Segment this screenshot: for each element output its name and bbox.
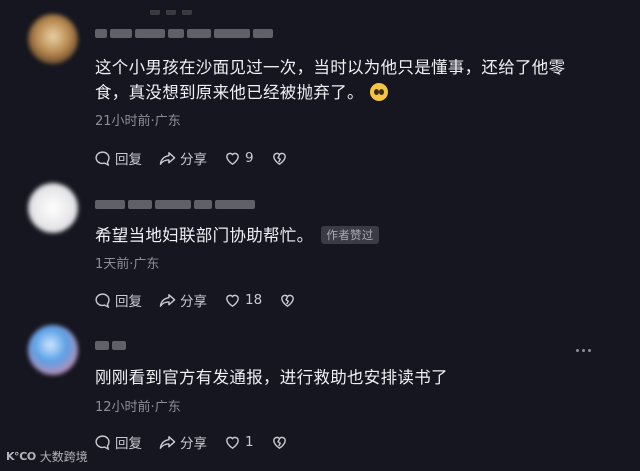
watermark: K℃O 大数跨境: [6, 448, 88, 465]
dislike-button[interactable]: [279, 292, 296, 309]
share-arrow-icon: [159, 435, 176, 449]
comment-text-body: 刚刚看到官方有发通报，进行救助也安排读书了: [95, 368, 448, 387]
share-label: 分享: [180, 294, 207, 310]
share-label: 分享: [180, 436, 207, 452]
avatar[interactable]: [28, 183, 78, 233]
comment-text-body: 希望当地妇联部门协助帮忙。: [95, 226, 314, 245]
dislike-button[interactable]: [271, 434, 288, 451]
comment-text: 刚刚看到官方有发通报，进行救助也安排读书了: [95, 365, 448, 390]
comment-text: 这个小男孩在沙面见过一次，当时以为他只是懂事，还给了他零食，真没想到原来他已经被…: [95, 55, 585, 105]
more-options-icon[interactable]: [576, 349, 591, 352]
dislike-button[interactable]: [271, 150, 288, 167]
reply-label: 回复: [115, 294, 142, 310]
comment-actions: 回复 分享 9: [94, 148, 305, 168]
comment-text: 希望当地妇联部门协助帮忙。 作者赞过: [95, 223, 379, 248]
reply-bubble-icon: [95, 150, 110, 166]
reply-bubble-icon: [95, 292, 110, 308]
broken-heart-icon: [281, 294, 295, 307]
comment-time: 12小时前: [95, 400, 151, 415]
reply-label: 回复: [115, 436, 142, 452]
heart-icon: [226, 294, 239, 307]
comment-meta: 21小时前·广东: [95, 110, 181, 129]
like-button[interactable]: 1: [224, 434, 254, 451]
like-count: 9: [245, 150, 254, 166]
heart-icon: [226, 152, 239, 165]
reply-button[interactable]: 回复: [94, 432, 142, 452]
broken-heart-icon: [272, 152, 286, 165]
watermark-logo: K℃O: [6, 450, 36, 463]
comment-location: 广东: [133, 257, 160, 272]
username-blurred[interactable]: [95, 26, 273, 40]
share-arrow-icon: [159, 151, 176, 165]
avatar[interactable]: [28, 14, 78, 64]
broken-heart-icon: [272, 436, 286, 449]
avatar[interactable]: [28, 325, 78, 375]
comment-location: 广东: [154, 400, 181, 415]
top-strip: [150, 0, 220, 15]
comment-location: 广东: [154, 114, 181, 129]
like-count: 18: [245, 292, 263, 308]
like-button[interactable]: 18: [224, 292, 262, 309]
reply-label: 回复: [115, 152, 142, 168]
pleading-face-emoji-icon: [369, 83, 388, 101]
author-liked-badge: 作者赞过: [321, 226, 379, 244]
comment-meta: 1天前·广东: [95, 253, 159, 272]
share-label: 分享: [180, 152, 207, 168]
reply-button[interactable]: 回复: [94, 290, 142, 310]
comment-actions: 回复 分享 18: [94, 290, 313, 310]
watermark-text: 大数跨境: [39, 450, 88, 464]
comment-actions: 回复 分享 1: [94, 432, 305, 452]
share-arrow-icon: [159, 293, 176, 307]
share-button[interactable]: 分享: [159, 432, 207, 452]
share-button[interactable]: 分享: [159, 290, 207, 310]
reply-button[interactable]: 回复: [94, 148, 142, 168]
comment-time: 21小时前: [95, 114, 151, 129]
comment-meta: 12小时前·广东: [95, 396, 181, 415]
like-button[interactable]: 9: [224, 150, 254, 167]
like-count: 1: [245, 434, 254, 450]
heart-icon: [226, 436, 239, 449]
comment-time: 1天前: [95, 257, 130, 272]
username-blurred[interactable]: [95, 338, 126, 352]
reply-bubble-icon: [95, 434, 110, 450]
username-blurred[interactable]: [95, 197, 255, 211]
share-button[interactable]: 分享: [159, 148, 207, 168]
comment-text-body: 这个小男孩在沙面见过一次，当时以为他只是懂事，还给了他零食，真没想到原来他已经被…: [95, 58, 566, 102]
